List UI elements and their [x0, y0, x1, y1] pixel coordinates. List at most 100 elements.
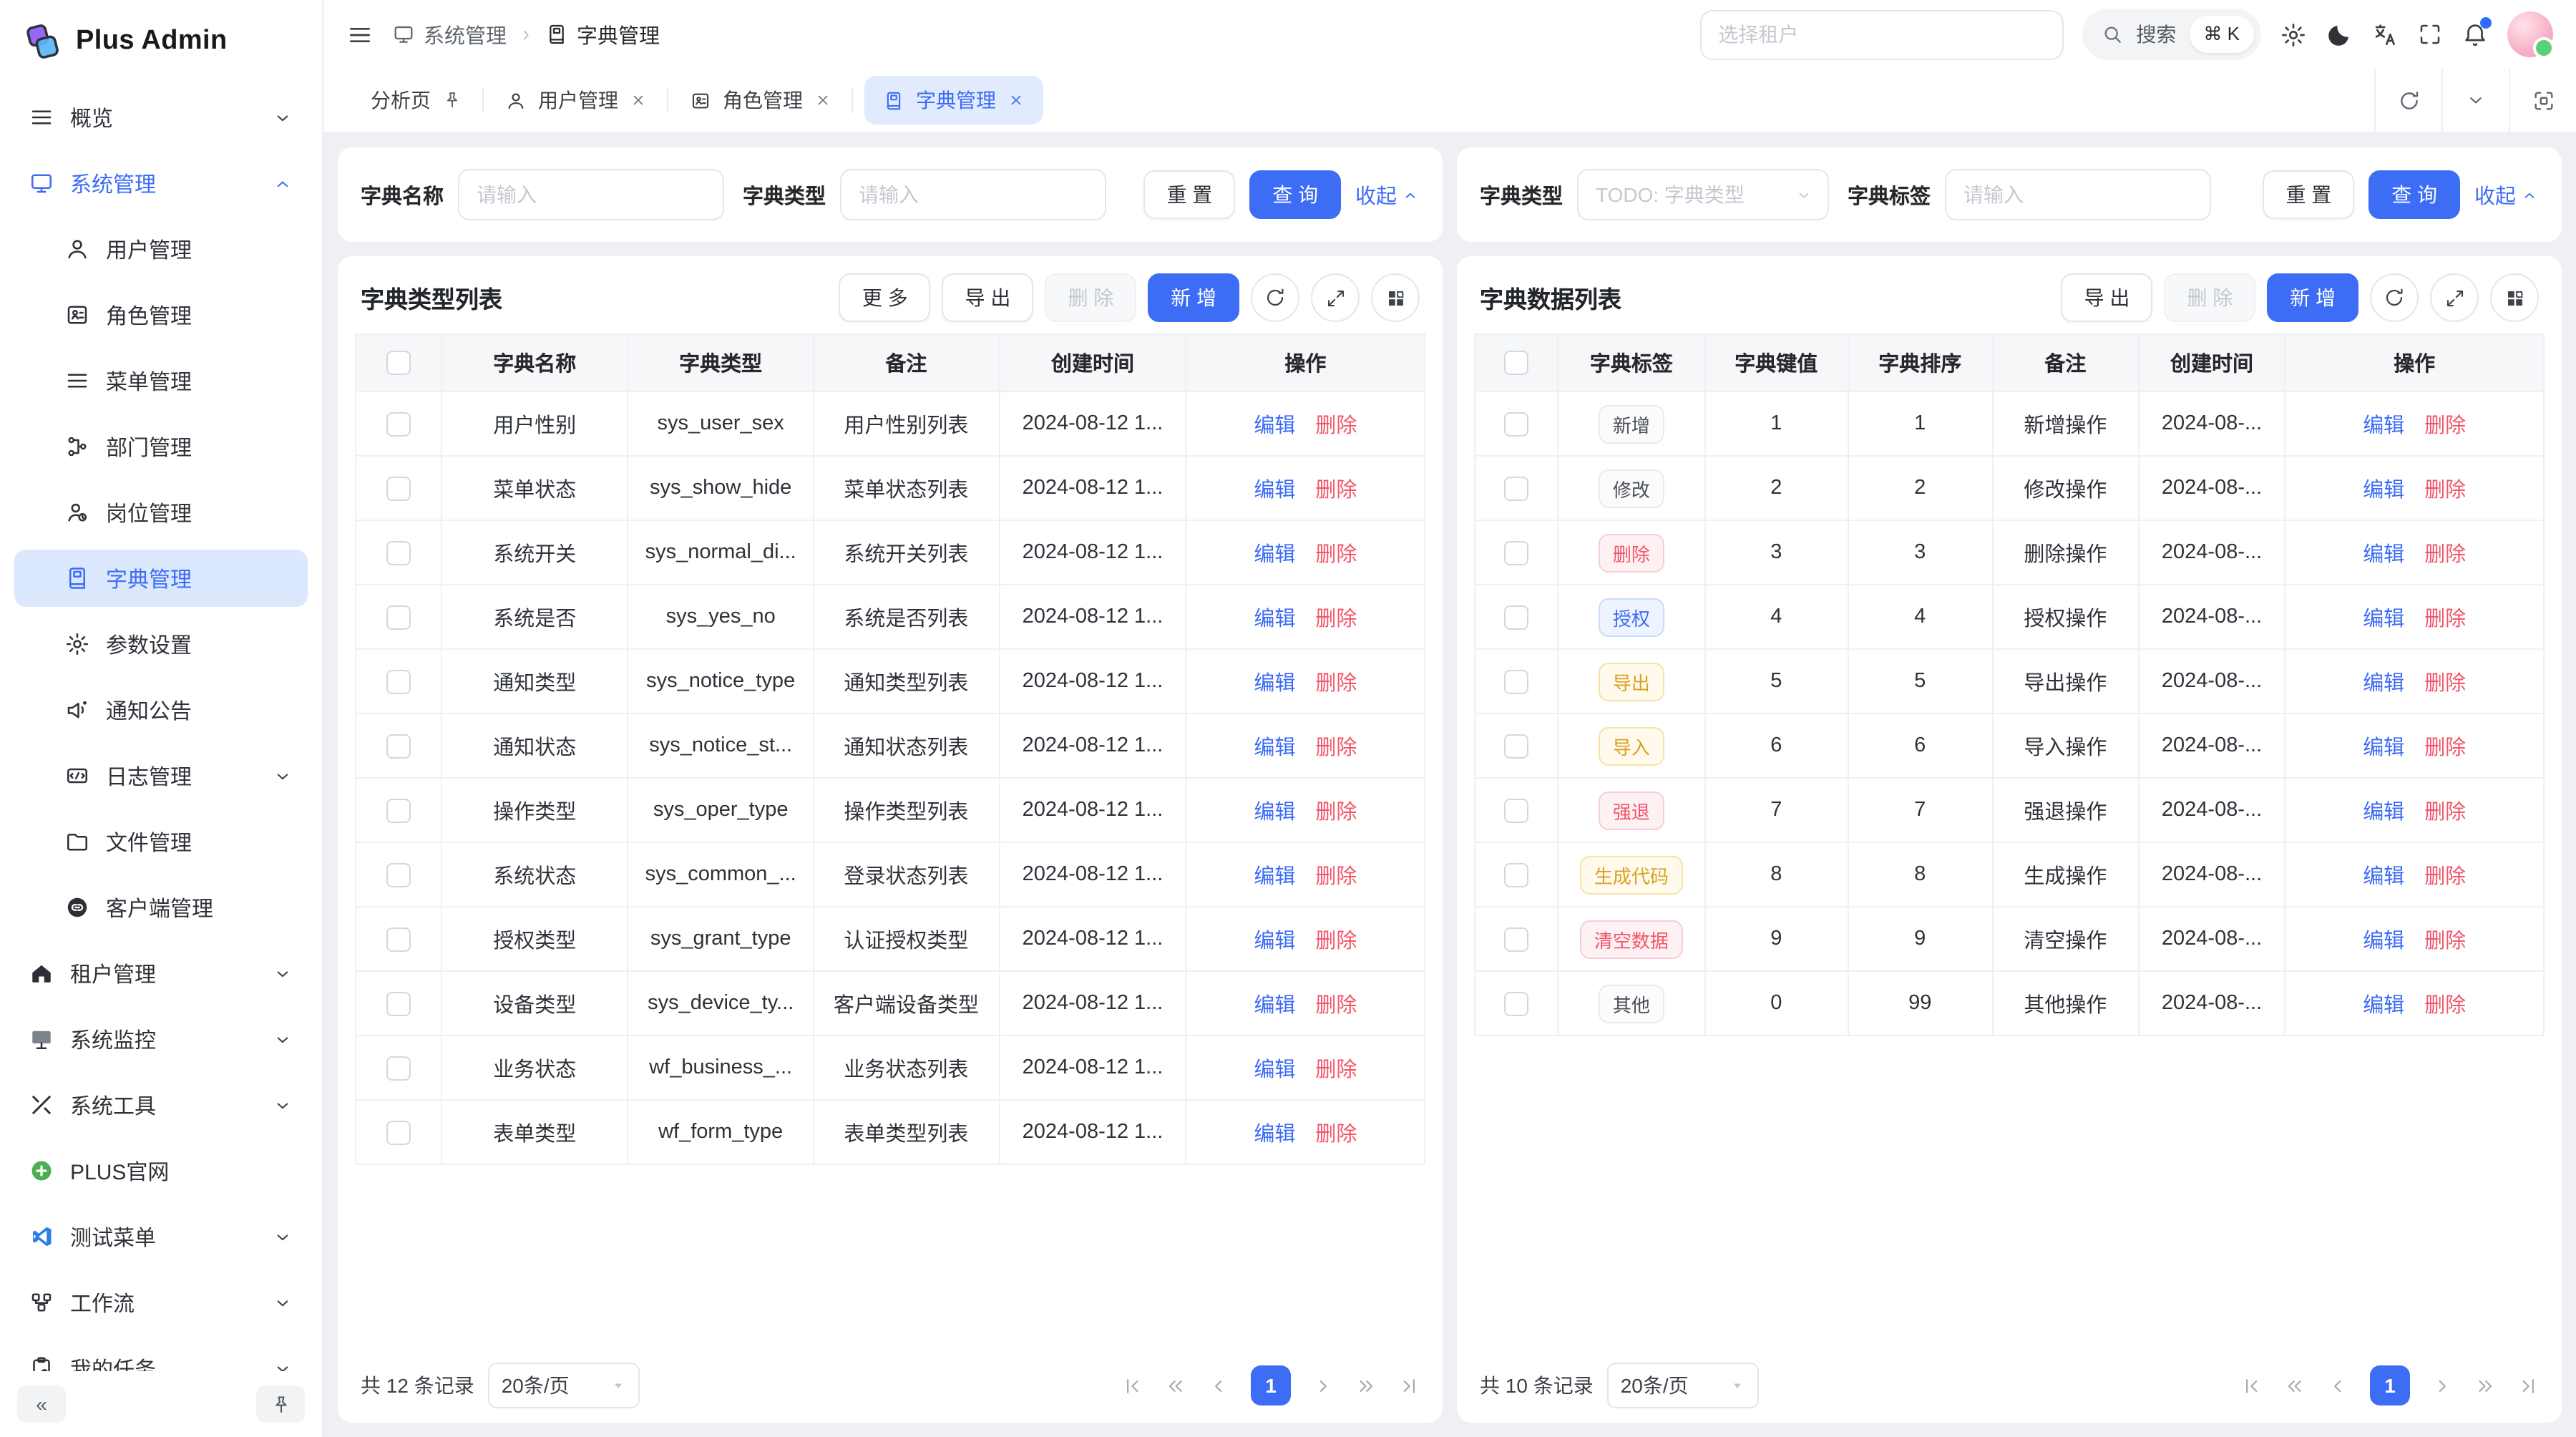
export-button[interactable]: 导 出 — [2062, 273, 2153, 322]
last-page-button[interactable] — [1398, 1375, 1420, 1396]
row-checkbox[interactable] — [386, 1056, 411, 1080]
edit-link[interactable]: 编辑 — [2363, 795, 2404, 825]
delete-link[interactable]: 删除 — [1315, 731, 1357, 761]
delete-link[interactable]: 删除 — [2424, 666, 2466, 696]
delete-link[interactable]: 删除 — [1315, 473, 1357, 503]
edit-link[interactable]: 编辑 — [2363, 409, 2404, 439]
sidebar-item-roles[interactable]: 角色管理 — [14, 286, 308, 344]
edit-link[interactable]: 编辑 — [1254, 988, 1295, 1018]
more-button[interactable]: 更 多 — [839, 273, 931, 322]
page-size-select[interactable]: 20条/页 — [489, 1363, 640, 1408]
sidebar-item-dictionary[interactable]: 字典管理 — [14, 550, 308, 607]
edit-link[interactable]: 编辑 — [2363, 473, 2404, 503]
prev-group-button[interactable] — [2284, 1375, 2306, 1396]
edit-link[interactable]: 编辑 — [2363, 924, 2404, 954]
delete-link[interactable]: 删除 — [1315, 859, 1357, 890]
sidebar-item-my-tasks[interactable]: 我的任务 — [14, 1340, 308, 1371]
edit-link[interactable]: 编辑 — [1254, 537, 1295, 568]
sidebar-item-users[interactable]: 用户管理 — [14, 220, 308, 278]
collapse-search-link[interactable]: 收起 — [1355, 180, 1420, 210]
sidebar-item-departments[interactable]: 部门管理 — [14, 418, 308, 475]
row-checkbox[interactable] — [1504, 540, 1528, 565]
prev-group-button[interactable] — [1165, 1375, 1186, 1396]
breadcrumb-item-dictionary[interactable]: 字典管理 — [545, 19, 660, 49]
sidebar-item-menus[interactable]: 菜单管理 — [14, 352, 308, 409]
edit-link[interactable]: 编辑 — [1254, 859, 1295, 890]
sidebar-item-test-menu[interactable]: 测试菜单 — [14, 1208, 308, 1265]
row-checkbox[interactable] — [386, 734, 411, 758]
sidebar-item-posts[interactable]: 岗位管理 — [14, 484, 308, 541]
current-page-button[interactable]: 1 — [1251, 1365, 1291, 1406]
refresh-table-button[interactable] — [1251, 273, 1299, 322]
row-checkbox[interactable] — [1504, 411, 1528, 436]
query-button[interactable]: 查 询 — [1249, 170, 1341, 219]
sidebar-collapse-button[interactable]: « — [17, 1385, 66, 1423]
edit-link[interactable]: 编辑 — [1254, 409, 1295, 439]
row-checkbox[interactable] — [386, 927, 411, 951]
sidebar-item-monitoring[interactable]: 系统监控 — [14, 1010, 308, 1068]
row-checkbox[interactable] — [1504, 605, 1528, 629]
prev-page-button[interactable] — [2327, 1375, 2348, 1396]
tenant-select-input[interactable] — [1699, 9, 2063, 59]
close-icon[interactable] — [630, 92, 647, 109]
row-checkbox[interactable] — [1504, 991, 1528, 1015]
breadcrumb-item-system[interactable]: 系统管理 — [392, 19, 507, 49]
refresh-tab-button[interactable] — [2374, 69, 2441, 132]
sidebar-item-tenants[interactable]: 租户管理 — [14, 945, 308, 1002]
delete-link[interactable]: 删除 — [2424, 795, 2466, 825]
delete-link[interactable]: 删除 — [1315, 1053, 1357, 1083]
refresh-table-button[interactable] — [2370, 273, 2419, 322]
delete-link[interactable]: 删除 — [1315, 666, 1357, 696]
expand-table-button[interactable] — [2430, 273, 2479, 322]
user-avatar[interactable] — [2507, 11, 2553, 57]
row-checkbox[interactable] — [1504, 476, 1528, 500]
next-group-button[interactable] — [2474, 1375, 2496, 1396]
sidebar-item-files[interactable]: 文件管理 — [14, 813, 308, 870]
sidebar-pin-button[interactable] — [256, 1385, 305, 1423]
row-checkbox[interactable] — [1504, 734, 1528, 758]
row-checkbox[interactable] — [1504, 798, 1528, 822]
edit-link[interactable]: 编辑 — [2363, 537, 2404, 568]
add-button[interactable]: 新 增 — [1148, 273, 1239, 322]
delete-link[interactable]: 删除 — [2424, 924, 2466, 954]
row-checkbox[interactable] — [386, 540, 411, 565]
tab-menu-button[interactable] — [2441, 69, 2509, 132]
edit-link[interactable]: 编辑 — [2363, 666, 2404, 696]
export-button[interactable]: 导 出 — [942, 273, 1034, 322]
sidebar-item-tools[interactable]: 系统工具 — [14, 1076, 308, 1134]
row-checkbox[interactable] — [1504, 862, 1528, 887]
row-checkbox[interactable] — [386, 862, 411, 887]
select-all-checkbox[interactable] — [386, 351, 411, 375]
dict-type-select[interactable]: TODO: 字典类型 — [1577, 169, 1829, 220]
global-search-button[interactable]: 搜索 ⌘ K — [2082, 9, 2261, 60]
page-size-select[interactable]: 20条/页 — [1608, 1363, 1760, 1408]
menu-toggle-button[interactable] — [346, 21, 374, 48]
row-checkbox[interactable] — [386, 1120, 411, 1144]
add-button[interactable]: 新 增 — [2267, 273, 2358, 322]
tab-dictionary[interactable]: 字典管理 — [864, 76, 1043, 125]
delete-link[interactable]: 删除 — [2424, 537, 2466, 568]
delete-link[interactable]: 删除 — [1315, 988, 1357, 1018]
row-checkbox[interactable] — [386, 991, 411, 1015]
expand-table-button[interactable] — [1311, 273, 1360, 322]
current-page-button[interactable]: 1 — [2370, 1365, 2410, 1406]
last-page-button[interactable] — [2517, 1375, 2539, 1396]
close-icon[interactable] — [1008, 92, 1025, 109]
column-settings-button[interactable] — [1371, 273, 1420, 322]
edit-link[interactable]: 编辑 — [1254, 924, 1295, 954]
delete-button[interactable]: 删 除 — [1045, 273, 1136, 322]
sidebar-item-clients[interactable]: 客户端管理 — [14, 879, 308, 936]
edit-link[interactable]: 编辑 — [1254, 666, 1295, 696]
reset-button[interactable]: 重 置 — [1143, 170, 1235, 219]
delete-link[interactable]: 删除 — [1315, 1117, 1357, 1147]
next-page-button[interactable] — [1312, 1375, 1334, 1396]
delete-button[interactable]: 删 除 — [2164, 273, 2255, 322]
sidebar-item-workflow[interactable]: 工作流 — [14, 1274, 308, 1331]
row-checkbox[interactable] — [386, 476, 411, 500]
edit-link[interactable]: 编辑 — [1254, 473, 1295, 503]
edit-link[interactable]: 编辑 — [2363, 602, 2404, 632]
column-settings-button[interactable] — [2490, 273, 2539, 322]
delete-link[interactable]: 删除 — [1315, 602, 1357, 632]
row-checkbox[interactable] — [386, 411, 411, 436]
sidebar-item-parameters[interactable]: 参数设置 — [14, 615, 308, 673]
